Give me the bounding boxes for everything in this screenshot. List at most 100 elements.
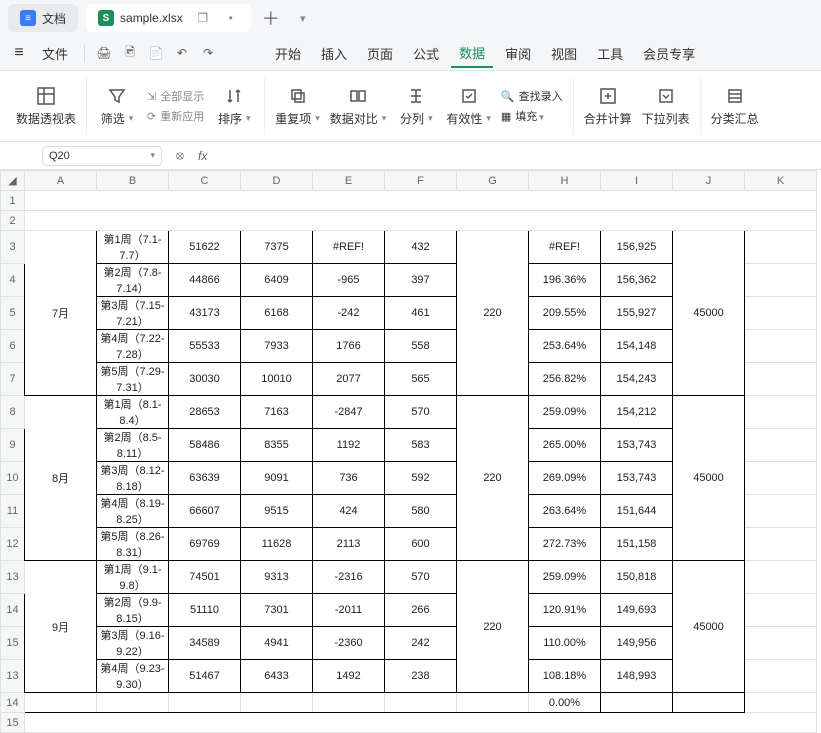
cell[interactable]: 51467 xyxy=(169,660,241,693)
cell[interactable]: 269.09% xyxy=(529,462,601,495)
new-tab-button[interactable]: ＋ xyxy=(259,5,283,31)
cell[interactable]: 209.55% xyxy=(529,297,601,330)
cell[interactable]: 第3周（8.12-8.18） xyxy=(97,462,169,495)
row-header[interactable]: 12 xyxy=(1,528,25,561)
cell[interactable]: 9313 xyxy=(241,561,313,594)
cell[interactable]: 461 xyxy=(385,297,457,330)
save-icon[interactable]: 🖨 xyxy=(93,46,115,60)
col-header[interactable]: E xyxy=(313,171,385,191)
cell[interactable]: 154,243 xyxy=(601,363,673,396)
cell[interactable]: 259.09% xyxy=(529,396,601,429)
row-header[interactable]: 15 xyxy=(1,627,25,660)
row-header[interactable]: 1 xyxy=(1,191,25,211)
row-header[interactable]: 15 xyxy=(1,713,25,733)
row-header[interactable]: 4 xyxy=(1,264,25,297)
name-box[interactable]: Q20 ▾ xyxy=(42,146,162,166)
row-header[interactable]: 13 xyxy=(1,660,25,693)
cell[interactable]: 第4周（7.22-7.28） xyxy=(97,330,169,363)
cell[interactable]: 45000 xyxy=(673,561,745,693)
cell[interactable]: 1192 xyxy=(313,429,385,462)
cell[interactable]: 220 xyxy=(457,396,529,561)
cell[interactable]: -242 xyxy=(313,297,385,330)
cell[interactable]: 6433 xyxy=(241,660,313,693)
col-header[interactable]: D xyxy=(241,171,313,191)
col-header[interactable]: J xyxy=(673,171,745,191)
cell[interactable]: 256.82% xyxy=(529,363,601,396)
dropdown-button[interactable]: 下拉列表 xyxy=(642,86,690,127)
cell[interactable]: 220 xyxy=(457,231,529,396)
cell[interactable]: 558 xyxy=(385,330,457,363)
cell[interactable]: 580 xyxy=(385,495,457,528)
cell[interactable]: 570 xyxy=(385,396,457,429)
cell[interactable]: 45000 xyxy=(673,231,745,396)
app-menu-icon[interactable]: ≡ xyxy=(8,44,30,62)
cell[interactable]: 第1周（8.1-8.4） xyxy=(97,396,169,429)
cell[interactable]: 30030 xyxy=(169,363,241,396)
cell[interactable]: 148,993 xyxy=(601,660,673,693)
lookup-button[interactable]: 🔍查找录入 xyxy=(501,88,563,104)
cell[interactable]: 44866 xyxy=(169,264,241,297)
menu-insert[interactable]: 插入 xyxy=(313,40,355,67)
tab-menu-caret[interactable]: ▾ xyxy=(291,12,315,25)
cell[interactable]: 第4周（8.19-8.25） xyxy=(97,495,169,528)
cell[interactable]: -2011 xyxy=(313,594,385,627)
row-header[interactable]: 2 xyxy=(1,211,25,231)
col-header[interactable]: K xyxy=(745,171,817,191)
cell[interactable]: 66607 xyxy=(169,495,241,528)
cell[interactable]: 151,644 xyxy=(601,495,673,528)
cell[interactable]: 7375 xyxy=(241,231,313,264)
grid[interactable]: ◢ A B C D E F G H I J K 1 2 3 7月 第1周（7.1… xyxy=(0,170,817,733)
row-header[interactable]: 5 xyxy=(1,297,25,330)
cell[interactable]: -965 xyxy=(313,264,385,297)
row-header[interactable]: 9 xyxy=(1,429,25,462)
filter-button[interactable]: 筛选 xyxy=(97,86,137,127)
cell[interactable]: 51110 xyxy=(169,594,241,627)
cell[interactable]: 第2周（8.5-8.11） xyxy=(97,429,169,462)
cell[interactable]: 第2周（7.8-7.14） xyxy=(97,264,169,297)
redo-icon[interactable]: ↷ xyxy=(197,46,219,60)
cell[interactable]: 11628 xyxy=(241,528,313,561)
menu-view[interactable]: 视图 xyxy=(543,40,585,67)
cell[interactable]: 第5周（8.26-8.31） xyxy=(97,528,169,561)
row-header[interactable]: 14 xyxy=(1,594,25,627)
cell[interactable]: 69769 xyxy=(169,528,241,561)
cell[interactable]: 第2周（9.9-8.15） xyxy=(97,594,169,627)
cell[interactable]: 196.36% xyxy=(529,264,601,297)
cell[interactable]: 第5周（7.29-7.31） xyxy=(97,363,169,396)
showall-button[interactable]: ⇲全部显示 xyxy=(147,88,204,104)
cell[interactable]: -2316 xyxy=(313,561,385,594)
cell[interactable]: 253.64% xyxy=(529,330,601,363)
cell[interactable]: 153,743 xyxy=(601,429,673,462)
cell[interactable]: 6168 xyxy=(241,297,313,330)
tab-file[interactable]: S sample.xlsx ❐ • xyxy=(86,4,251,32)
dup-button[interactable]: 重复项 xyxy=(275,86,320,127)
spreadsheet[interactable]: ◢ A B C D E F G H I J K 1 2 3 7月 第1周（7.1… xyxy=(0,170,821,733)
pivot-button[interactable]: 数据透视表 xyxy=(16,86,76,127)
cell[interactable]: 10010 xyxy=(241,363,313,396)
cell[interactable]: 265.00% xyxy=(529,429,601,462)
cell[interactable]: 2113 xyxy=(313,528,385,561)
print-preview-icon[interactable]: 📄 xyxy=(145,46,167,60)
cell[interactable]: 150,818 xyxy=(601,561,673,594)
cell[interactable]: 2077 xyxy=(313,363,385,396)
menu-tools[interactable]: 工具 xyxy=(589,40,631,67)
cell[interactable]: 43173 xyxy=(169,297,241,330)
cell[interactable]: 8月 xyxy=(25,396,97,561)
fx-icon[interactable]: fx xyxy=(198,149,207,163)
cell[interactable]: 7月 xyxy=(25,231,97,396)
row-header[interactable]: 13 xyxy=(1,561,25,594)
cell[interactable]: 1492 xyxy=(313,660,385,693)
cell[interactable]: 7301 xyxy=(241,594,313,627)
cell[interactable]: 1766 xyxy=(313,330,385,363)
cell[interactable]: -2847 xyxy=(313,396,385,429)
cancel-fx-icon[interactable]: ⦻ xyxy=(170,148,190,163)
cell[interactable]: 51622 xyxy=(169,231,241,264)
cell[interactable]: 9月 xyxy=(25,561,97,693)
menu-start[interactable]: 开始 xyxy=(267,40,309,67)
cell[interactable]: 154,148 xyxy=(601,330,673,363)
select-all-corner[interactable]: ◢ xyxy=(1,171,25,191)
menu-formula[interactable]: 公式 xyxy=(405,40,447,67)
cell[interactable]: 238 xyxy=(385,660,457,693)
cell[interactable]: 149,956 xyxy=(601,627,673,660)
row-header[interactable]: 11 xyxy=(1,495,25,528)
